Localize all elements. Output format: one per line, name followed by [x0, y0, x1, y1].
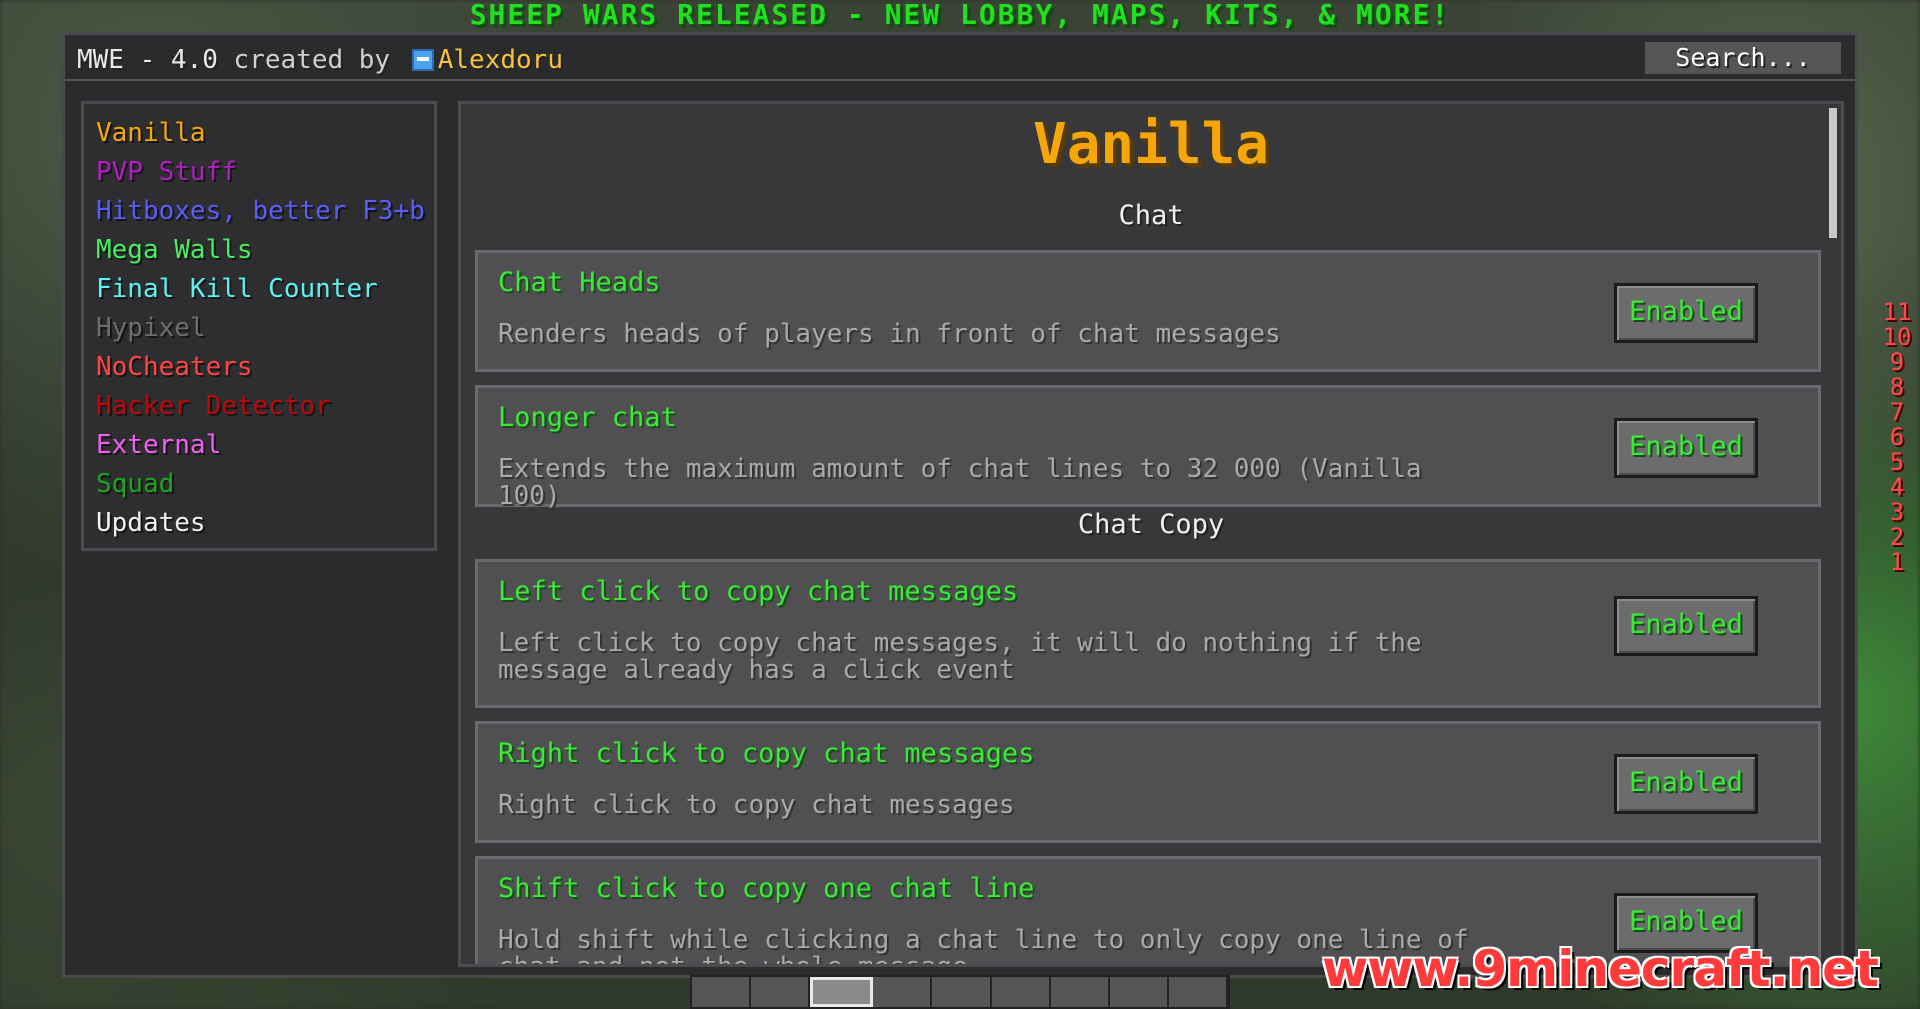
scoreboard-number: 10: [1882, 323, 1912, 351]
scoreboard-numbers: 11 10 9 8 7 6 5 4 3 2 1: [1882, 300, 1912, 575]
left-click-copy-toggle-button[interactable]: Enabled: [1614, 596, 1758, 656]
author-name: Alexdoru: [437, 45, 563, 75]
setting-card-chat-heads: Chat Heads Renders heads of players in f…: [475, 250, 1821, 372]
setting-card-right-click-copy: Right click to copy chat messages Right …: [475, 721, 1821, 843]
hotbar-slot[interactable]: [1050, 977, 1110, 1007]
setting-title: Right click to copy chat messages: [498, 738, 1035, 769]
setting-title: Shift click to copy one chat line: [498, 873, 1035, 904]
sidebar-item-hitboxes[interactable]: Hitboxes, better F3+b: [96, 192, 425, 231]
page-title: Vanilla: [1032, 112, 1269, 177]
section-heading-chat-copy: Chat Copy: [1077, 509, 1225, 540]
scoreboard-number: 2: [1889, 523, 1905, 551]
sidebar-item-mega-walls[interactable]: Mega Walls: [96, 231, 422, 270]
scoreboard-number: 9: [1889, 348, 1905, 376]
scoreboard-number: 5: [1889, 448, 1905, 476]
title-bar: MWE - 4.0 created by Alexdoru Search...: [65, 35, 1855, 81]
sidebar-item-hypixel[interactable]: Hypixel: [96, 309, 422, 348]
right-click-copy-toggle-button[interactable]: Enabled: [1614, 754, 1758, 814]
setting-title: Chat Heads: [498, 267, 661, 298]
mod-version: MWE - 4.0: [77, 45, 218, 75]
sidebar-item-external[interactable]: External: [96, 426, 422, 465]
setting-card-left-click-copy: Left click to copy chat messages Left cl…: [475, 559, 1821, 708]
search-button[interactable]: Search...: [1645, 42, 1841, 74]
hotbar-slot[interactable]: [1168, 977, 1228, 1007]
setting-title: Longer chat: [498, 402, 677, 433]
hotbar-slot[interactable]: [991, 977, 1051, 1007]
setting-description: Extends the maximum amount of chat lines…: [498, 454, 1422, 511]
config-window: MWE - 4.0 created by Alexdoru Search... …: [62, 32, 1858, 978]
longer-chat-toggle-button[interactable]: Enabled: [1614, 418, 1758, 478]
sidebar-item-pvp-stuff[interactable]: PVP Stuff: [96, 153, 422, 192]
setting-description: Renders heads of players in front of cha…: [498, 319, 1281, 349]
server-banner: SHEEP WARS RELEASED - NEW LOBBY, MAPS, K…: [469, 0, 1451, 31]
scoreboard-number: 3: [1889, 498, 1905, 526]
scoreboard-number: 4: [1889, 473, 1905, 501]
hotbar-slot-selected[interactable]: [810, 977, 874, 1007]
section-heading-chat: Chat: [1118, 200, 1184, 231]
sidebar-item-vanilla[interactable]: Vanilla: [96, 114, 422, 153]
setting-description: Right click to copy chat messages: [498, 790, 1015, 820]
scoreboard-number: 8: [1889, 373, 1905, 401]
setting-card-longer-chat: Longer chat Extends the maximum amount o…: [475, 385, 1821, 511]
setting-description: Left click to copy chat messages, it wil…: [498, 628, 1422, 685]
sidebar-item-updates[interactable]: Updates: [96, 504, 422, 543]
hotbar-slot[interactable]: [692, 977, 752, 1007]
sidebar-item-nocheaters[interactable]: NoCheaters: [96, 348, 422, 387]
sidebar-item-squad[interactable]: Squad: [96, 465, 422, 504]
hotbar-slot[interactable]: [873, 977, 933, 1007]
hotbar-slot[interactable]: [751, 977, 811, 1007]
hotbar-slot[interactable]: [1109, 977, 1169, 1007]
chat-heads-toggle-button[interactable]: Enabled: [1614, 283, 1758, 343]
setting-title: Left click to copy chat messages: [498, 576, 1019, 607]
scoreboard-number: 11: [1882, 298, 1912, 326]
scoreboard-number: 1: [1889, 548, 1905, 576]
author-head-icon: [411, 49, 434, 71]
settings-panel[interactable]: Vanilla Chat Chat Heads Renders heads of…: [458, 101, 1844, 967]
sidebar-item-hacker-detector[interactable]: Hacker Detector: [96, 387, 422, 426]
scoreboard-number: 6: [1889, 423, 1905, 451]
site-watermark: www.9minecraft.net: [1322, 940, 1879, 998]
window-title: MWE - 4.0 created by Alexdoru: [77, 45, 563, 75]
hotbar-slot[interactable]: [932, 977, 992, 1007]
hotbar: [690, 975, 1230, 1009]
sidebar-item-final-kill-counter[interactable]: Final Kill Counter: [96, 270, 422, 309]
scoreboard-number: 7: [1889, 398, 1905, 426]
created-by-label: created by: [233, 45, 391, 75]
category-sidebar: Vanilla PVP Stuff Hitboxes, better F3+b …: [81, 101, 437, 551]
